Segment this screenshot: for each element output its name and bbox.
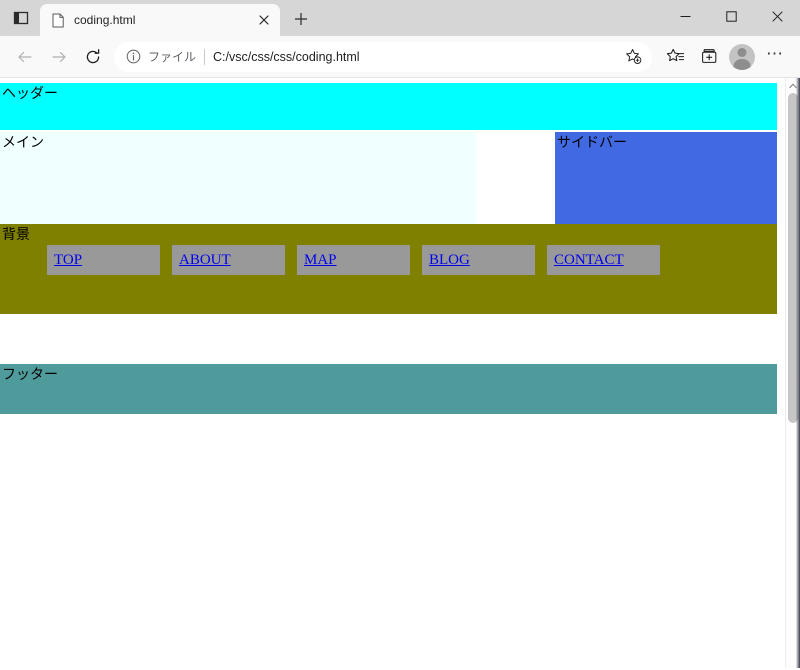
page-sidebar-section: サイドバー — [555, 132, 777, 224]
maximize-icon[interactable] — [708, 0, 754, 32]
collections-add-icon[interactable] — [692, 40, 726, 74]
window-controls — [662, 0, 800, 32]
page-icon — [50, 12, 66, 28]
page-column-gap — [476, 132, 555, 224]
browser-toolbar: ファイル C:/vsc/css/css/coding.html ⋯ — [0, 36, 800, 78]
tab-close-icon[interactable] — [254, 10, 274, 30]
nav-link-label[interactable]: MAP — [304, 251, 337, 270]
tab-title: coding.html — [74, 13, 136, 27]
browser-tab-coding-html[interactable]: coding.html — [40, 4, 280, 36]
tab-strip: coding.html — [0, 0, 800, 36]
nav-item-map[interactable]: MAP — [297, 245, 410, 275]
browser-window: coding.html ファイル C:/vsc/css/css/coding.h… — [0, 0, 800, 670]
page-nav-list: TOP ABOUT MAP BLOG CONTACT — [47, 245, 660, 275]
page-middle-row: メイン サイドバー — [0, 132, 777, 224]
new-tab-button[interactable] — [286, 5, 316, 33]
nav-item-blog[interactable]: BLOG — [422, 245, 535, 275]
page-background-section: 背景 TOP ABOUT MAP BLOG CONTACT — [0, 224, 777, 314]
page-spacer — [0, 314, 777, 364]
scrollbar-thumb[interactable] — [788, 93, 798, 423]
page-footer-section: フッター — [0, 364, 777, 414]
nav-link-label[interactable]: TOP — [54, 251, 82, 270]
nav-item-contact[interactable]: CONTACT — [547, 245, 660, 275]
background-label: 背景 — [2, 226, 30, 242]
footer-label: フッター — [2, 366, 58, 382]
window-close-icon[interactable] — [754, 0, 800, 32]
sidebar-label: サイドバー — [557, 134, 627, 150]
omnibox-separator — [204, 48, 206, 65]
nav-link-label[interactable]: CONTACT — [554, 251, 624, 270]
star-plus-icon[interactable] — [620, 44, 646, 70]
forward-arrow-icon[interactable] — [42, 40, 76, 74]
profile-avatar-icon[interactable] — [729, 43, 755, 70]
more-options-icon[interactable]: ⋯ — [758, 40, 792, 74]
page-header-section: ヘッダー — [0, 83, 777, 130]
tab-actions-icon[interactable] — [4, 2, 38, 34]
scroll-up-arrow-icon[interactable] — [786, 78, 800, 93]
favorites-list-icon[interactable] — [658, 40, 692, 74]
info-icon[interactable] — [124, 48, 142, 66]
nav-link-label[interactable]: BLOG — [429, 251, 470, 270]
main-label: メイン — [2, 134, 44, 150]
url-scheme-label: ファイル — [148, 50, 197, 64]
minimize-icon[interactable] — [662, 0, 708, 32]
nav-link-label[interactable]: ABOUT — [179, 251, 231, 270]
vertical-scrollbar[interactable] — [785, 78, 800, 668]
header-label: ヘッダー — [2, 85, 58, 101]
nav-item-about[interactable]: ABOUT — [172, 245, 285, 275]
ellipsis-glyph: ⋯ — [766, 44, 784, 63]
rendered-page: ヘッダー メイン サイドバー 背景 TOP ABOUT MAP BLOG CON… — [0, 78, 785, 668]
url-text[interactable]: C:/vsc/css/css/coding.html — [213, 50, 620, 64]
nav-item-top[interactable]: TOP — [47, 245, 160, 275]
address-bar[interactable]: ファイル C:/vsc/css/css/coding.html — [114, 41, 652, 72]
page-main-section: メイン — [0, 132, 476, 224]
refresh-icon[interactable] — [76, 40, 110, 74]
back-arrow-icon[interactable] — [8, 40, 42, 74]
page-viewport: ヘッダー メイン サイドバー 背景 TOP ABOUT MAP BLOG CON… — [0, 78, 800, 668]
